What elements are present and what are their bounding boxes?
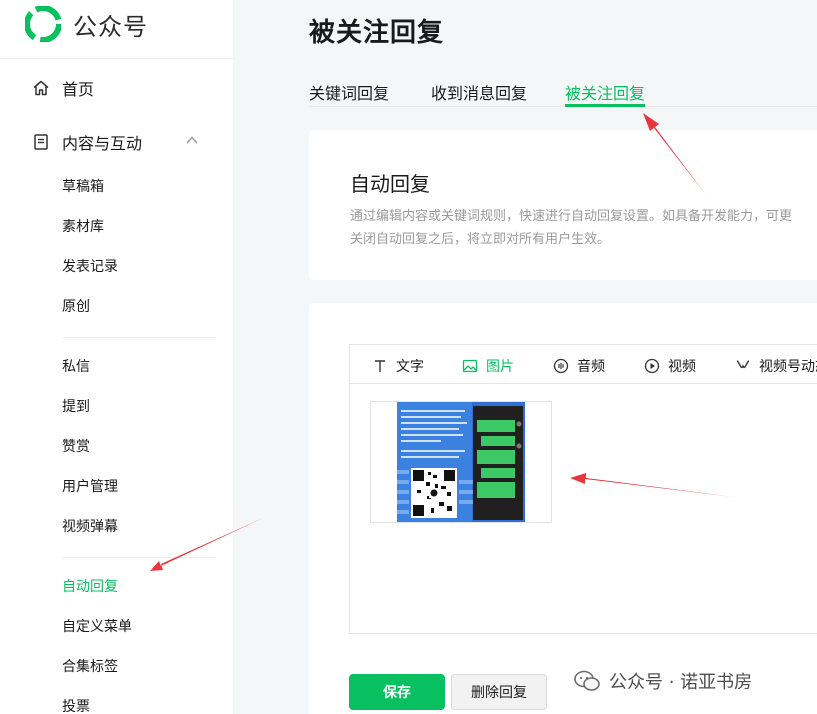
sidebar-item-original[interactable]: 原创 [62,297,90,317]
sidebar-item-home[interactable]: 首页 [32,76,94,100]
brand-logo[interactable]: 公众号 [25,6,148,42]
tab-follow-reply[interactable]: 被关注回复 [565,80,645,104]
editor-toolbar: 文字 图片 音频 视频 视频号动态 [350,345,817,384]
save-button[interactable]: 保存 [349,674,445,710]
sidebar-item-label: 首页 [62,80,95,99]
watermark: 公众号 · 诺亚书房 [573,668,752,694]
sidebar-item-materials[interactable]: 素材库 [62,217,104,237]
text-icon [375,360,385,372]
image-icon [462,359,478,373]
sidebar-item-collection-tags[interactable]: 合集标签 [62,657,118,677]
wechat-mp-logo-icon [25,6,61,42]
sidebar: 公众号 首页 内容与互动 草稿箱 素材库 发表记录 原创 私信 提到 赞赏 用户… [0,0,233,714]
sidebar-group-label: 内容与互动 [62,134,143,153]
sidebar-item-publish-history[interactable]: 发表记录 [62,257,118,277]
brand-name: 公众号 [73,12,148,41]
intro-desc-line: 关闭自动回复之后，将立即对所有用户生效。 [350,232,611,247]
document-icon [34,134,48,150]
channels-icon [736,360,750,369]
tool-label: 文字 [396,359,424,375]
audio-icon [553,358,569,374]
sidebar-item-custom-menu[interactable]: 自定义菜单 [62,617,132,637]
tool-label: 视频 [668,359,696,375]
tool-text[interactable]: 文字 [372,356,424,376]
tab-message-reply[interactable]: 收到消息回复 [431,80,527,104]
sidebar-item-mentions[interactable]: 提到 [62,397,90,417]
intro-title: 自动回复 [350,172,430,196]
divider [62,557,216,558]
sidebar-item-video-danmaku[interactable]: 视频弹幕 [62,517,118,537]
tool-label: 视频号动态 [759,359,817,375]
intro-desc-line: 通过编辑内容或关键词规则，快速进行自动回复设置。如具备开发能力，可更 [350,209,793,224]
tool-video[interactable]: 视频 [644,356,696,376]
tab-keyword-reply[interactable]: 关键词回复 [309,80,389,104]
chevron-up-icon[interactable] [185,133,199,147]
attached-image [397,402,525,522]
wechat-icon [574,670,600,691]
divider [62,337,216,338]
sidebar-item-rewards[interactable]: 赞赏 [62,437,90,457]
sidebar-item-messages[interactable]: 私信 [62,357,90,377]
tool-audio[interactable]: 音频 [553,356,605,376]
sidebar-item-drafts[interactable]: 草稿箱 [62,177,104,197]
watermark-text: 公众号 · 诺亚书房 [609,672,753,693]
divider [0,58,233,59]
sidebar-group-content[interactable]: 内容与互动 [32,130,142,154]
delete-reply-button[interactable]: 删除回复 [451,674,547,710]
video-icon [644,358,660,374]
intro-description: 通过编辑内容或关键词规则，快速进行自动回复设置。如具备开发能力，可更 关闭自动回… [350,205,817,251]
attached-image-thumbnail[interactable] [370,401,552,523]
tabs-divider [309,106,817,107]
sidebar-item-vote[interactable]: 投票 [62,697,90,714]
page-title: 被关注回复 [309,18,445,48]
tool-label: 音频 [577,359,605,375]
sidebar-item-users[interactable]: 用户管理 [62,477,118,497]
home-icon [33,80,49,96]
active-tab-indicator [565,104,645,107]
tool-image[interactable]: 图片 [462,356,514,376]
tool-channels[interactable]: 视频号动态 [735,356,817,376]
sidebar-item-auto-reply[interactable]: 自动回复 [62,577,118,597]
tool-label: 图片 [486,359,514,375]
